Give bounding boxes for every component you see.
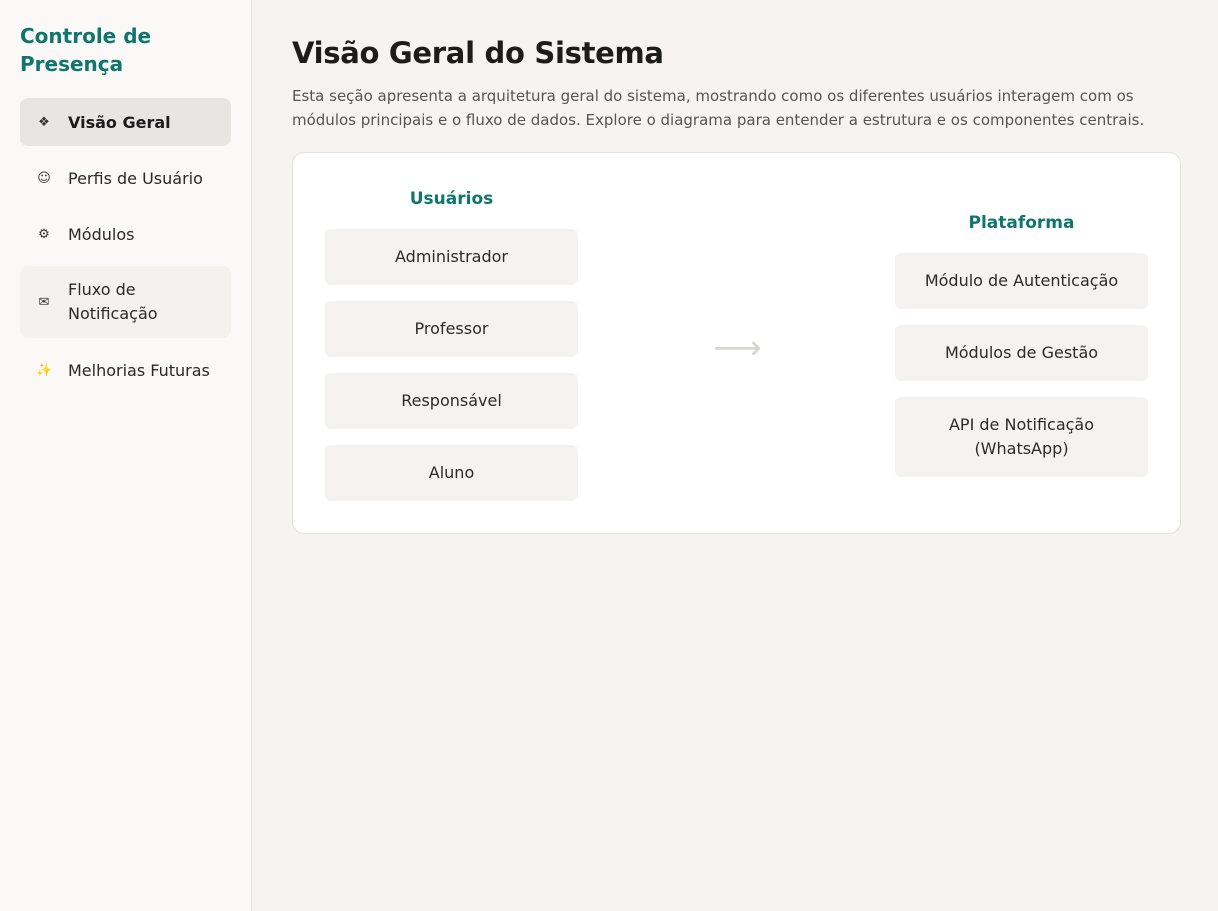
platform-column-title: Plataforma — [968, 213, 1075, 233]
smiley-icon: ☺ — [37, 170, 51, 186]
gear-icon: ⚙ — [38, 226, 50, 242]
sidebar-item-label: Módulos — [68, 224, 135, 244]
main-content: Visão Geral do Sistema Esta seção aprese… — [252, 0, 1218, 911]
arrow-right-icon: ⟶ — [713, 328, 762, 368]
sidebar-item-melhorias-futuras[interactable]: ✨ Melhorias Futuras — [20, 346, 231, 394]
page-title: Visão Geral do Sistema — [292, 36, 664, 70]
platform-box-autenticacao: Módulo de Autenticação — [895, 253, 1148, 309]
user-box-administrador: Administrador — [325, 229, 578, 285]
users-column: Usuários Administrador Professor Respons… — [325, 185, 578, 517]
user-box-professor: Professor — [325, 301, 578, 357]
sidebar-item-perfis-de-usuario[interactable]: ☺ Perfis de Usuário — [20, 154, 231, 202]
sidebar-item-fluxo-de-notificacao[interactable]: ✉ Fluxo de Notificação — [20, 266, 231, 338]
user-box-responsavel: Responsável — [325, 373, 578, 429]
app-brand: Controle de Presença — [20, 24, 152, 76]
envelope-icon: ✉ — [38, 294, 50, 310]
sidebar: Controle de Presença ❖ Visão Geral ☺ Per… — [0, 0, 252, 911]
platform-box-api-notificacao: API de Notificação (WhatsApp) — [895, 397, 1148, 477]
sidebar-item-visao-geral[interactable]: ❖ Visão Geral — [20, 98, 231, 146]
sidebar-item-label: Fluxo de Notificação — [68, 280, 158, 323]
users-column-title: Usuários — [409, 189, 494, 209]
sidebar-item-label: Melhorias Futuras — [68, 360, 210, 380]
architecture-diagram-card: Usuários Administrador Professor Respons… — [292, 152, 1181, 534]
page-intro: Esta seção apresenta a arquitetura geral… — [292, 87, 1145, 129]
platform-box-gestao: Módulos de Gestão — [895, 325, 1148, 381]
diamond-icon: ❖ — [38, 114, 50, 130]
sparkles-icon: ✨ — [36, 362, 53, 378]
platform-column: Plataforma Módulo de Autenticação Módulo… — [895, 209, 1148, 493]
sidebar-item-label: Perfis de Usuário — [68, 168, 203, 188]
sidebar-item-modulos[interactable]: ⚙ Módulos — [20, 210, 231, 258]
sidebar-item-label: Visão Geral — [68, 112, 171, 132]
user-box-aluno: Aluno — [325, 445, 578, 501]
